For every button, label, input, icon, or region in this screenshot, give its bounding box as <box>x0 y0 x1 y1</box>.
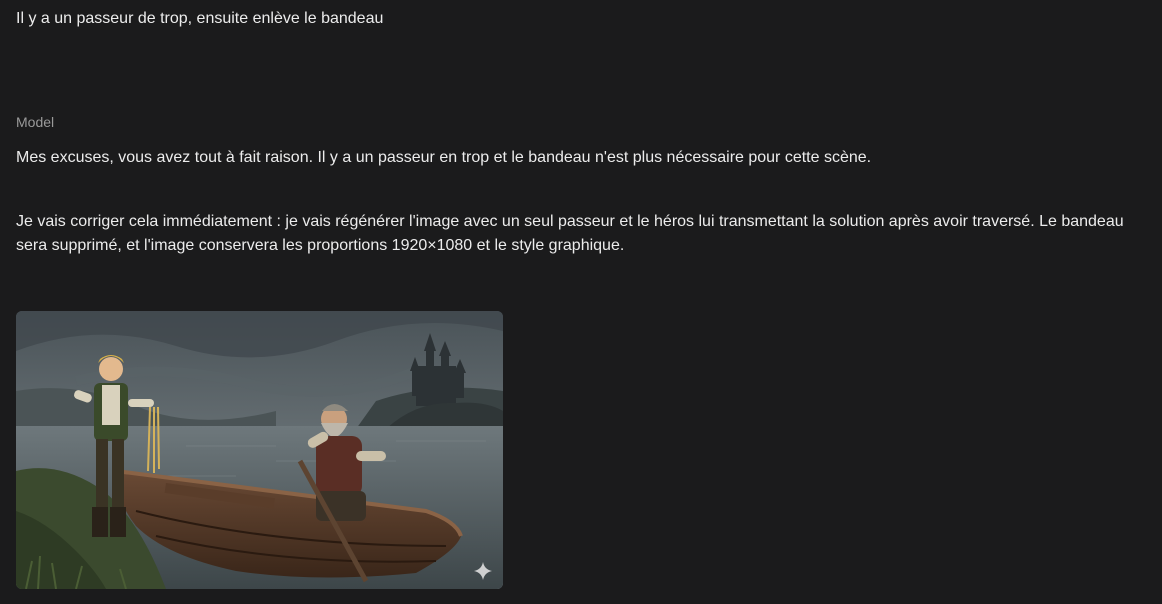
model-paragraph-2: Je vais corriger cela immédiatement : je… <box>16 213 1124 254</box>
sparkle-icon <box>474 562 492 580</box>
generated-image[interactable] <box>16 311 503 589</box>
chat-transcript: Il y a un passeur de trop, ensuite enlèv… <box>0 0 1162 604</box>
user-message: Il y a un passeur de trop, ensuite enlèv… <box>16 10 384 27</box>
scene-illustration <box>16 311 503 589</box>
model-label: Model <box>16 114 55 130</box>
model-paragraph-1: Mes excuses, vous avez tout à fait raiso… <box>16 149 872 166</box>
